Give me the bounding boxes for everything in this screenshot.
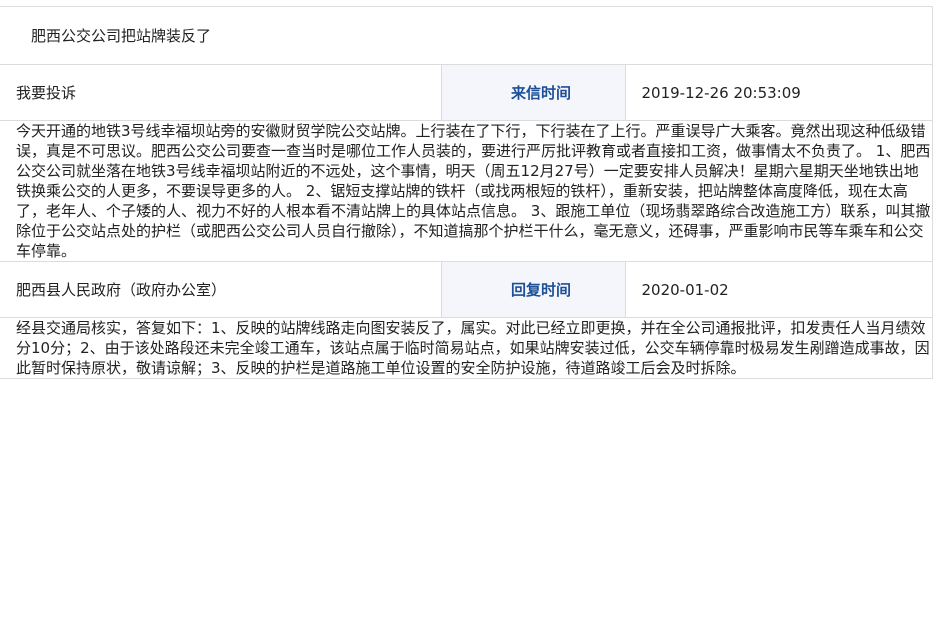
reply-from: 肥西县人民政府（政府办公室） — [0, 261, 442, 318]
reply-meta-row: 肥西县人民政府（政府办公室） 回复时间 2020-01-02 — [0, 261, 933, 318]
message-title: 肥西公交公司把站牌装反了 — [31, 26, 212, 45]
reply-time-value: 2020-01-02 — [624, 261, 933, 318]
message-sheet: 肥西公交公司把站牌装反了 我要投诉 来信时间 2019-12-26 20:53:… — [0, 0, 937, 623]
title-cell: 肥西公交公司把站牌装反了 — [0, 6, 933, 65]
reply-time-label: 回复时间 — [440, 261, 626, 318]
letter-time-value: 2019-12-26 20:53:09 — [624, 64, 933, 121]
letter-meta-row: 我要投诉 来信时间 2019-12-26 20:53:09 — [0, 64, 933, 121]
letter-content: 今天开通的地铁3号线幸福坝站旁的安徽财贸学院公交站牌。上行装在了下行，下行装在了… — [0, 120, 933, 262]
letter-content-row: 今天开通的地铁3号线幸福坝站旁的安徽财贸学院公交站牌。上行装在了下行，下行装在了… — [0, 120, 933, 262]
reply-content: 经县交通局核实，答复如下：1、反映的站牌线路走向图安装反了，属实。对此已经立即更… — [0, 317, 933, 379]
title-row: 肥西公交公司把站牌装反了 — [0, 6, 933, 65]
letter-from: 我要投诉 — [0, 64, 442, 121]
reply-content-row: 经县交通局核实，答复如下：1、反映的站牌线路走向图安装反了，属实。对此已经立即更… — [0, 317, 933, 379]
message-table: 肥西公交公司把站牌装反了 我要投诉 来信时间 2019-12-26 20:53:… — [0, 6, 933, 379]
letter-time-label: 来信时间 — [440, 64, 626, 121]
